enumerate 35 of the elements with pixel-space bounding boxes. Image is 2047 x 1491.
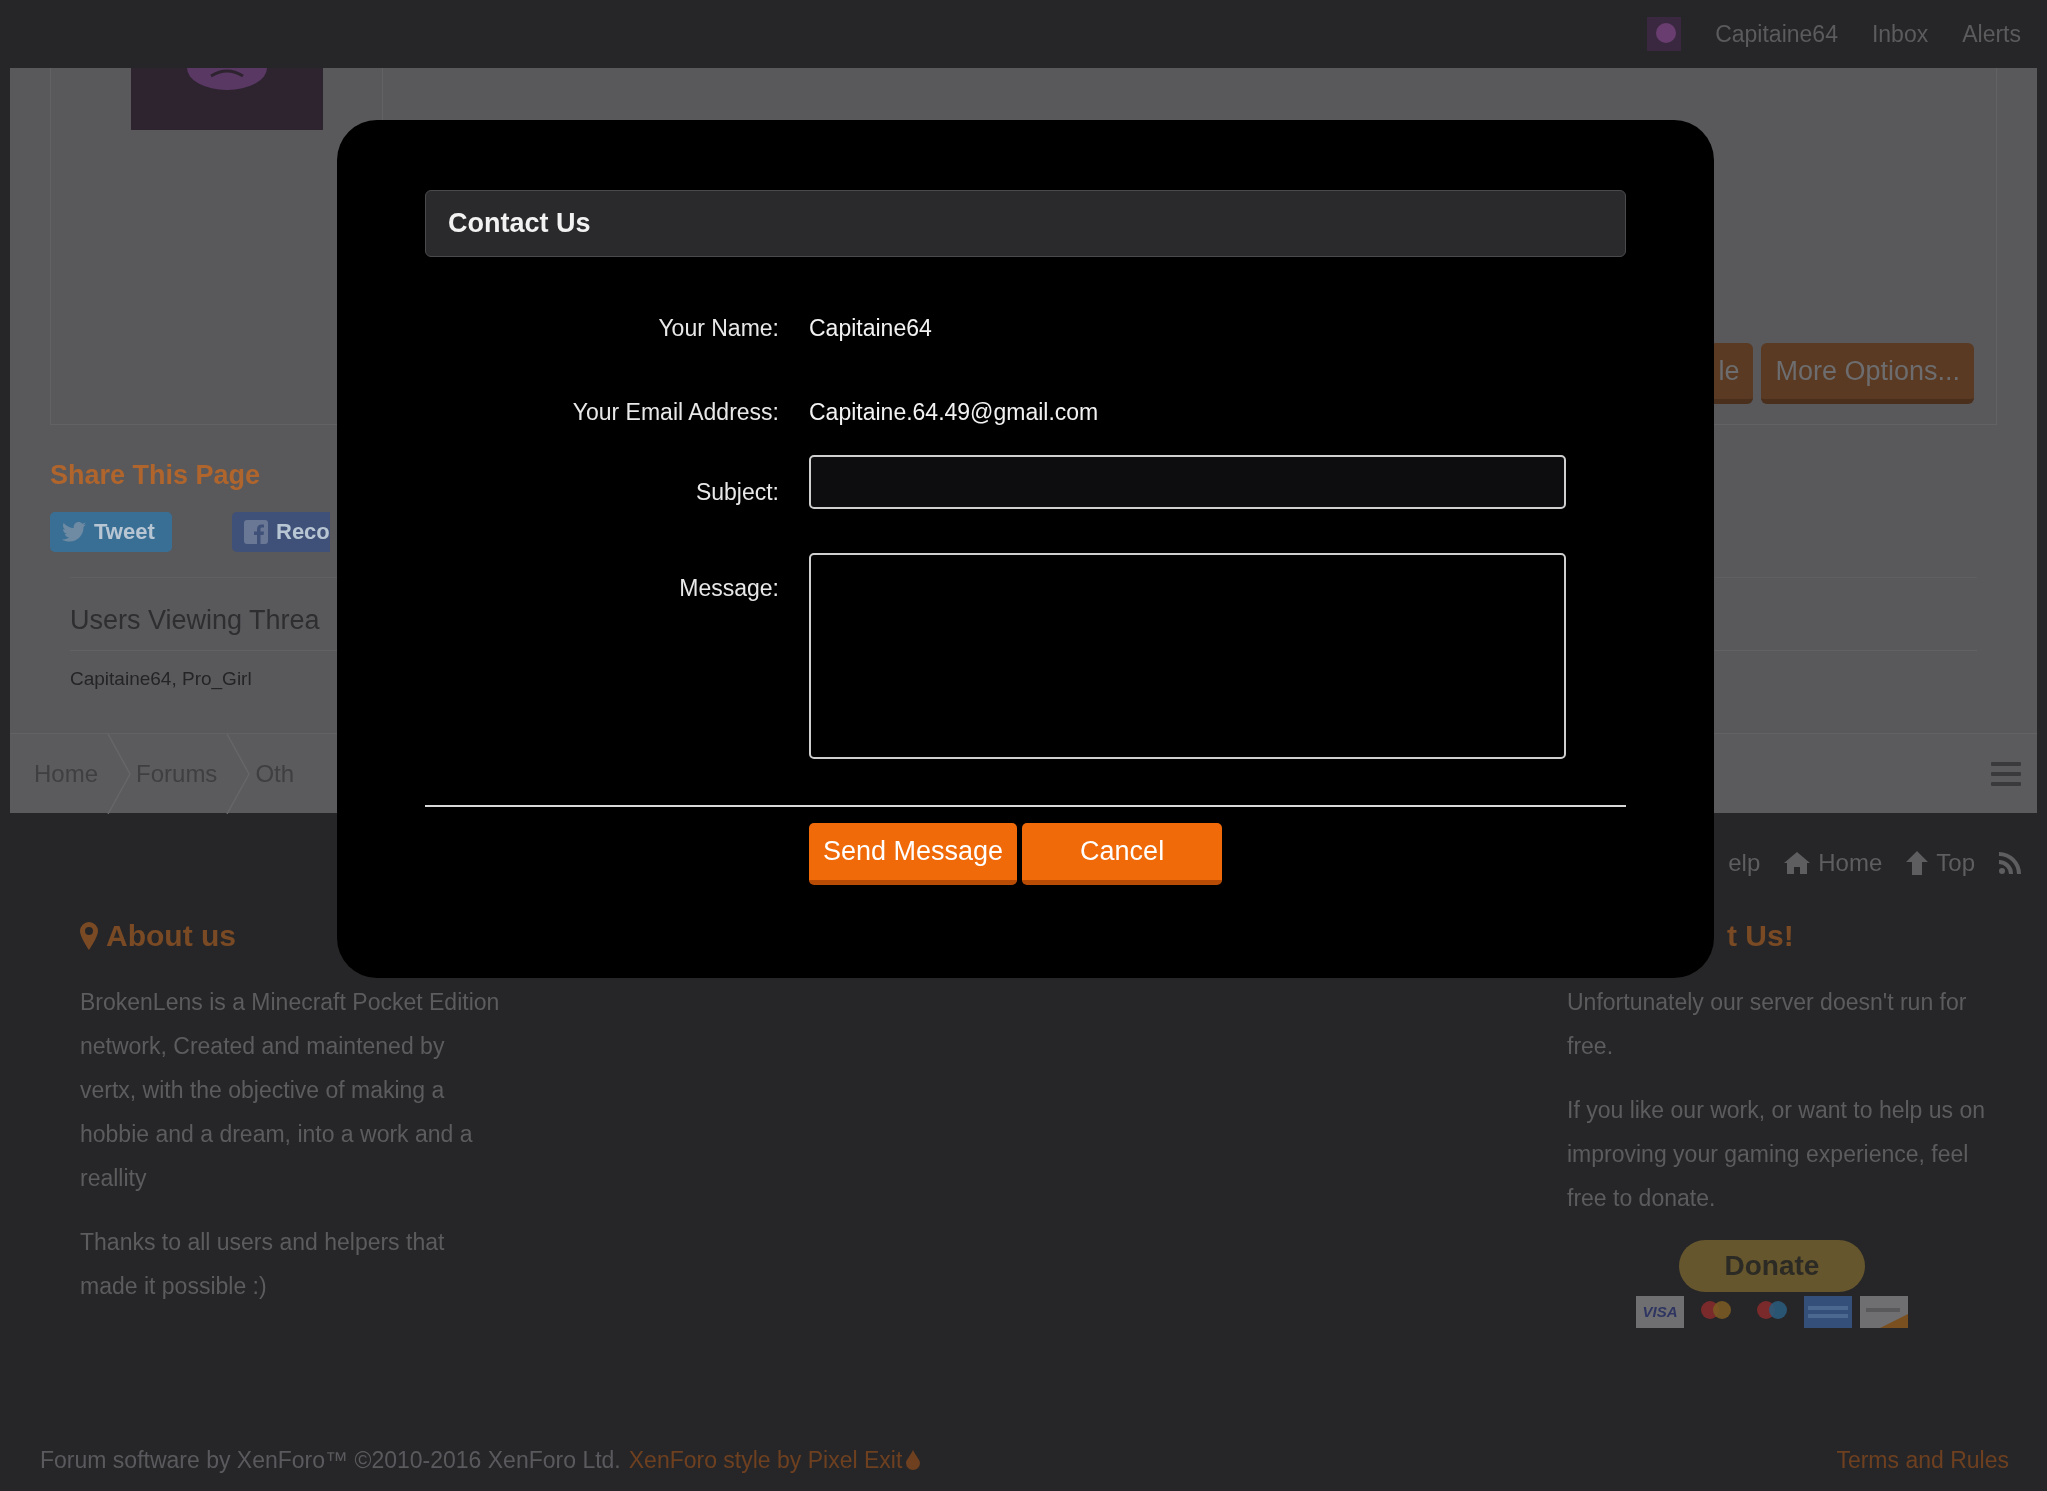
f-logo-icon bbox=[244, 519, 268, 544]
footer-heading: About us bbox=[106, 918, 236, 954]
drop-icon bbox=[906, 1450, 921, 1471]
field-label: Your Name: bbox=[657, 314, 779, 343]
field-value: Capitaine.64.49@gmail.com bbox=[809, 398, 1100, 427]
subject-field[interactable] bbox=[809, 455, 1566, 509]
field-label: Message: bbox=[678, 574, 779, 603]
menu-icon bbox=[1991, 761, 2021, 786]
terms-link[interactable]: Terms and Rules bbox=[1836, 1443, 2009, 1478]
map-pin-icon bbox=[80, 921, 98, 950]
field-value: Capitaine64 bbox=[809, 314, 933, 343]
visa-card-icon: VISA bbox=[1636, 1296, 1684, 1328]
message-field[interactable] bbox=[809, 553, 1566, 759]
footer-link[interactable]: Top bbox=[1906, 845, 1975, 881]
avatar-icon bbox=[1647, 17, 1682, 51]
dialog-button[interactable]: Send Message bbox=[809, 823, 1018, 885]
style-credit-link[interactable]: XenForo style by Pixel Exit bbox=[628, 1443, 903, 1478]
up-arrow-icon bbox=[1906, 851, 1929, 875]
striped-card-icon bbox=[1804, 1296, 1852, 1328]
action-button[interactable]: More Options... bbox=[1761, 343, 1974, 404]
card-icon bbox=[1860, 1296, 1908, 1328]
footer-heading: t Us! bbox=[1726, 918, 1795, 954]
home-icon bbox=[1784, 852, 1811, 874]
footer-link[interactable]: Home bbox=[1784, 845, 1883, 881]
section-heading: Share This Page bbox=[50, 459, 261, 492]
bird-icon bbox=[62, 521, 86, 542]
dialog-button[interactable]: Cancel bbox=[1022, 823, 1223, 885]
dialog-title: Contact Us bbox=[425, 190, 1626, 257]
share-button[interactable]: Reco bbox=[232, 511, 330, 552]
rss-icon bbox=[1999, 852, 2021, 874]
field-label: Subject: bbox=[694, 478, 779, 507]
field-label: Your Email Address: bbox=[571, 398, 779, 427]
donate-button[interactable]: Donate bbox=[1679, 1240, 1865, 1292]
share-button[interactable]: Tweet bbox=[50, 511, 172, 552]
footer-link[interactable]: elp bbox=[1728, 845, 1761, 881]
